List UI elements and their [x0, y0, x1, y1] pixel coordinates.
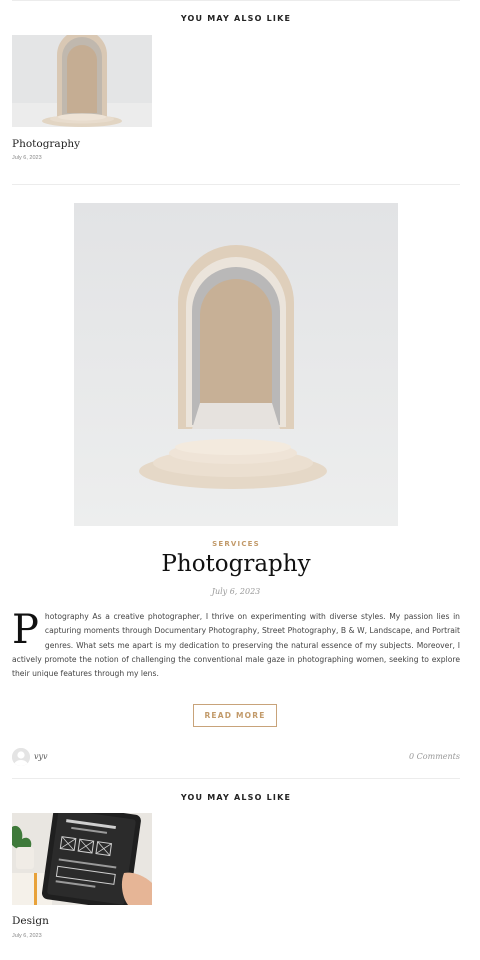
arch-podium-thumbnail-icon [12, 35, 152, 127]
post-date: July 6, 2023 [211, 587, 261, 596]
arch-podium-image-icon [74, 203, 398, 526]
comments-link[interactable]: 0 Comments [409, 752, 460, 761]
related-heading: YOU MAY ALSO LIKE [180, 793, 292, 802]
read-more-button[interactable]: READ MORE [193, 704, 277, 727]
post-title[interactable]: Photography [12, 551, 460, 577]
divider [12, 184, 460, 185]
related-heading: YOU MAY ALSO LIKE [180, 14, 292, 23]
excerpt-text: hotography As a creative photographer, I… [12, 612, 460, 679]
post-category[interactable]: SERVICES [12, 540, 460, 548]
divider [12, 778, 460, 779]
related-item-title[interactable]: Photography [12, 138, 80, 150]
related-thumbnail-photography[interactable] [12, 35, 152, 127]
related-item-date: July 6, 2023 [12, 933, 42, 939]
author-name[interactable]: vyv [34, 752, 48, 761]
post-featured-image[interactable] [74, 203, 398, 526]
related-thumbnail-design[interactable] [12, 813, 152, 905]
dropcap: P [12, 607, 39, 653]
post-excerpt: Photography As a creative photographer, … [12, 610, 460, 681]
divider [12, 0, 460, 1]
related-item-date: July 6, 2023 [12, 155, 42, 161]
tablet-wireframe-icon [12, 813, 152, 905]
related-item-title[interactable]: Design [12, 915, 49, 927]
user-avatar-icon [12, 748, 30, 766]
avatar[interactable] [12, 748, 30, 766]
